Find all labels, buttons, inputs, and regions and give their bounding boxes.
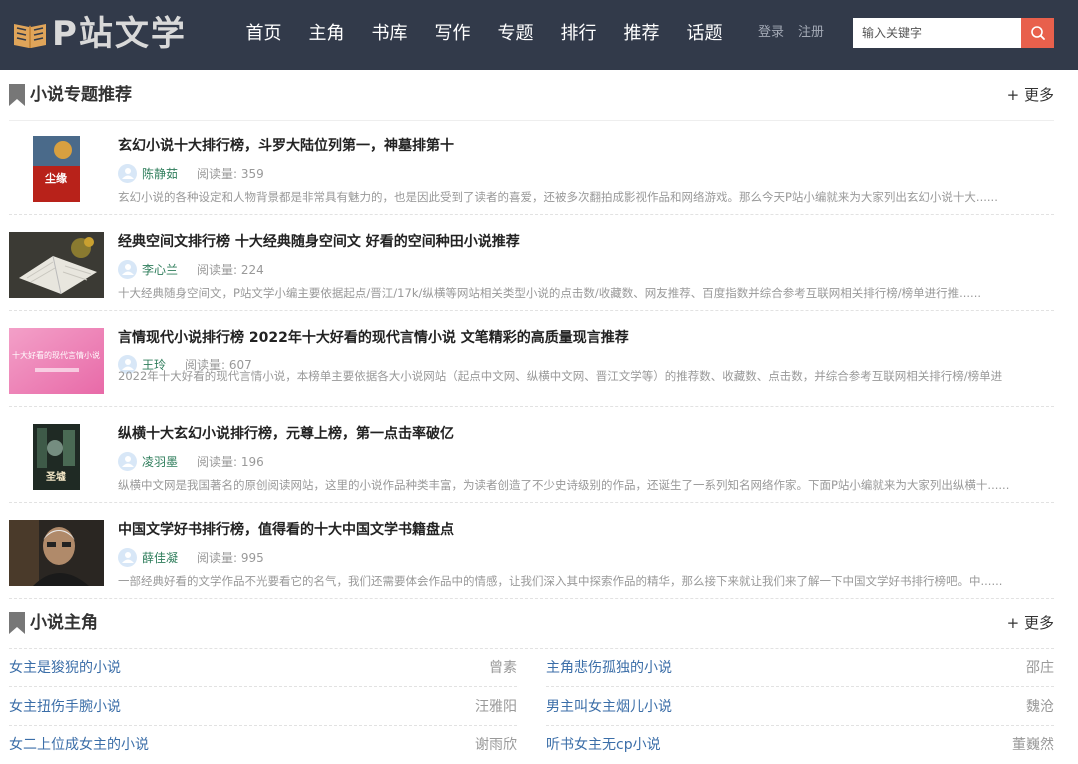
article-meta: 李心兰 阅读量: 224 — [118, 259, 264, 279]
list-item: 女主扭伤手腕小说 汪雅阳 — [9, 688, 517, 726]
article-title[interactable]: 言情现代小说排行榜 2022年十大好看的现代言情小说 文笔精彩的高质量现言推荐 — [118, 328, 629, 348]
login-link[interactable]: 登录 — [758, 0, 784, 70]
list-row: 女二上位成女主的小说 谢雨欣 听书女主无cp小说 董巍然 — [9, 726, 1054, 764]
nav-protagonist[interactable]: 主角 — [295, 0, 358, 70]
search-button[interactable] — [1021, 18, 1054, 48]
article-item[interactable]: 经典空间文排行榜 十大经典随身空间文 好看的空间种田小说推荐 李心兰 阅读量: … — [9, 215, 1054, 311]
bookmark-icon — [9, 612, 25, 634]
avatar — [118, 163, 137, 183]
logo-text: P站文学 — [52, 14, 187, 54]
article-item[interactable]: 中国文学好书排行榜，值得看的十大中国文学书籍盘点 薛佳凝 阅读量: 995 一部… — [9, 503, 1054, 599]
avatar — [118, 259, 137, 279]
banner-text: 十大好看的现代言情小说 — [12, 350, 100, 360]
article-thumbnail[interactable] — [9, 232, 104, 298]
cover-title: 尘缘 — [45, 171, 67, 185]
list-item: 主角悲伤孤独的小说 邵庄 — [546, 649, 1054, 687]
search-icon — [1030, 26, 1045, 40]
novel-link[interactable]: 女主是狻猊的小说 — [9, 658, 121, 678]
novel-author: 曾素 — [489, 660, 517, 676]
article-author[interactable]: 凌羽墨 — [142, 453, 192, 470]
book-cover-image: 圣墟 — [33, 424, 80, 490]
avatar — [118, 451, 137, 471]
banner-image: 十大好看的现代言情小说 — [9, 328, 104, 394]
article-excerpt: 2022年十大好看的现代言情小说，本榜单主要依据各大小说网站（起点中文网、纵横中… — [118, 369, 1003, 383]
nav-topics[interactable]: 专题 — [484, 0, 547, 70]
article-title[interactable]: 经典空间文排行榜 十大经典随身空间文 好看的空间种田小说推荐 — [118, 232, 520, 252]
article-excerpt: 十大经典随身空间文，P站文学小编主要依据起点/晋江/17k/纵横等网站相关类型小… — [118, 286, 982, 300]
article-thumbnail[interactable] — [9, 520, 104, 586]
protagonists-more-link[interactable]: + 更多 — [1007, 613, 1054, 633]
user-icon — [121, 264, 134, 275]
list-item: 男主叫女主烟儿小说 魏沧 — [546, 688, 1054, 726]
topics-heading: 小说专题推荐 — [30, 85, 132, 105]
nav-ranking[interactable]: 排行 — [547, 0, 610, 70]
book-icon — [14, 24, 46, 48]
search-box — [853, 18, 1054, 48]
site-logo[interactable]: P站文学 — [12, 12, 187, 56]
article-item[interactable]: 十大好看的现代言情小说 言情现代小说排行榜 2022年十大好看的现代言情小说 文… — [9, 311, 1054, 407]
article-title[interactable]: 玄幻小说十大排行榜，斗罗大陆位列第一，神墓排第十 — [118, 136, 454, 156]
avatar — [118, 547, 137, 567]
protagonists-section-header: 小说主角 + 更多 — [9, 599, 1054, 649]
article-thumbnail[interactable]: 圣墟 — [33, 424, 80, 490]
article-item[interactable]: 圣墟 纵横十大玄幻小说排行榜，元尊上榜，第一点击率破亿 凌羽墨 阅读量: 196… — [9, 407, 1054, 503]
article-thumbnail[interactable]: 尘缘 — [33, 136, 80, 202]
topics-section-header: 小说专题推荐 + 更多 — [9, 71, 1054, 121]
novel-link[interactable]: 听书女主无cp小说 — [546, 735, 661, 755]
novel-author: 谢雨欣 — [475, 737, 517, 753]
list-item: 听书女主无cp小说 董巍然 — [546, 726, 1054, 764]
novel-author: 汪雅阳 — [475, 699, 517, 715]
user-icon — [121, 456, 134, 467]
article-excerpt: 一部经典好看的文学作品不光要看它的名气，我们还需要体会作品中的情感，让我们深入其… — [118, 574, 1003, 588]
list-row: 女主扭伤手腕小说 汪雅阳 男主叫女主烟儿小说 魏沧 — [9, 688, 1054, 726]
article-author[interactable]: 陈静茹 — [142, 165, 192, 182]
novel-link[interactable]: 男主叫女主烟儿小说 — [546, 697, 672, 717]
novel-link[interactable]: 主角悲伤孤独的小说 — [546, 658, 672, 678]
article-read-count: 阅读量: 224 — [197, 262, 264, 277]
auth-links: 登录 注册 — [758, 0, 824, 70]
article-meta: 凌羽墨 阅读量: 196 — [118, 451, 264, 471]
article-title[interactable]: 纵横十大玄幻小说排行榜，元尊上榜，第一点击率破亿 — [118, 424, 454, 444]
main-nav: 首页 主角 书库 写作 专题 排行 推荐 话题 — [232, 0, 736, 70]
user-icon — [121, 168, 134, 179]
bookmark-icon — [9, 84, 25, 106]
novel-author: 董巍然 — [1012, 737, 1054, 753]
article-meta: 薛佳凝 阅读量: 995 — [118, 547, 264, 567]
search-input[interactable] — [853, 18, 1021, 48]
cover-title: 圣墟 — [46, 470, 66, 483]
site-header: P站文学 首页 主角 书库 写作 专题 排行 推荐 话题 登录 注册 — [0, 0, 1078, 70]
article-thumbnail[interactable]: 十大好看的现代言情小说 — [9, 328, 104, 394]
article-title[interactable]: 中国文学好书排行榜，值得看的十大中国文学书籍盘点 — [118, 520, 454, 540]
novel-link[interactable]: 女二上位成女主的小说 — [9, 735, 149, 755]
nav-recommend[interactable]: 推荐 — [610, 0, 673, 70]
novel-author: 邵庄 — [1026, 660, 1054, 676]
list-item: 女主是狻猊的小说 曾素 — [9, 649, 517, 687]
article-read-count: 阅读量: 995 — [197, 550, 264, 565]
article-excerpt: 纵横中文网是我国著名的原创阅读网站，这里的小说作品种类丰富，为读者创造了不少史诗… — [118, 478, 1010, 492]
list-item: 女二上位成女主的小说 谢雨欣 — [9, 726, 517, 764]
novel-author: 魏沧 — [1026, 699, 1054, 715]
book-photo-image — [9, 232, 104, 298]
article-read-count: 阅读量: 359 — [197, 166, 264, 181]
article-author[interactable]: 李心兰 — [142, 261, 192, 278]
article-item[interactable]: 尘缘 玄幻小说十大排行榜，斗罗大陆位列第一，神墓排第十 陈静茹 阅读量: 359… — [9, 119, 1054, 215]
user-icon — [121, 552, 134, 563]
article-excerpt: 玄幻小说的各种设定和人物背景都是非常具有魅力的，也是因此受到了读者的喜爱，还被多… — [118, 190, 998, 204]
nav-writing[interactable]: 写作 — [421, 0, 484, 70]
book-cover-image: 尘缘 — [33, 136, 80, 202]
novel-link[interactable]: 女主扭伤手腕小说 — [9, 697, 121, 717]
article-meta: 陈静茹 阅读量: 359 — [118, 163, 264, 183]
author-photo-image — [9, 520, 104, 586]
article-author[interactable]: 薛佳凝 — [142, 549, 192, 566]
register-link[interactable]: 注册 — [798, 0, 824, 70]
article-read-count: 阅读量: 196 — [197, 454, 264, 469]
topics-more-link[interactable]: + 更多 — [1007, 85, 1054, 105]
nav-library[interactable]: 书库 — [358, 0, 421, 70]
list-row: 女主是狻猊的小说 曾素 主角悲伤孤独的小说 邵庄 — [9, 649, 1054, 687]
protagonists-heading: 小说主角 — [30, 613, 98, 633]
nav-talk[interactable]: 话题 — [673, 0, 736, 70]
nav-home[interactable]: 首页 — [232, 0, 295, 70]
